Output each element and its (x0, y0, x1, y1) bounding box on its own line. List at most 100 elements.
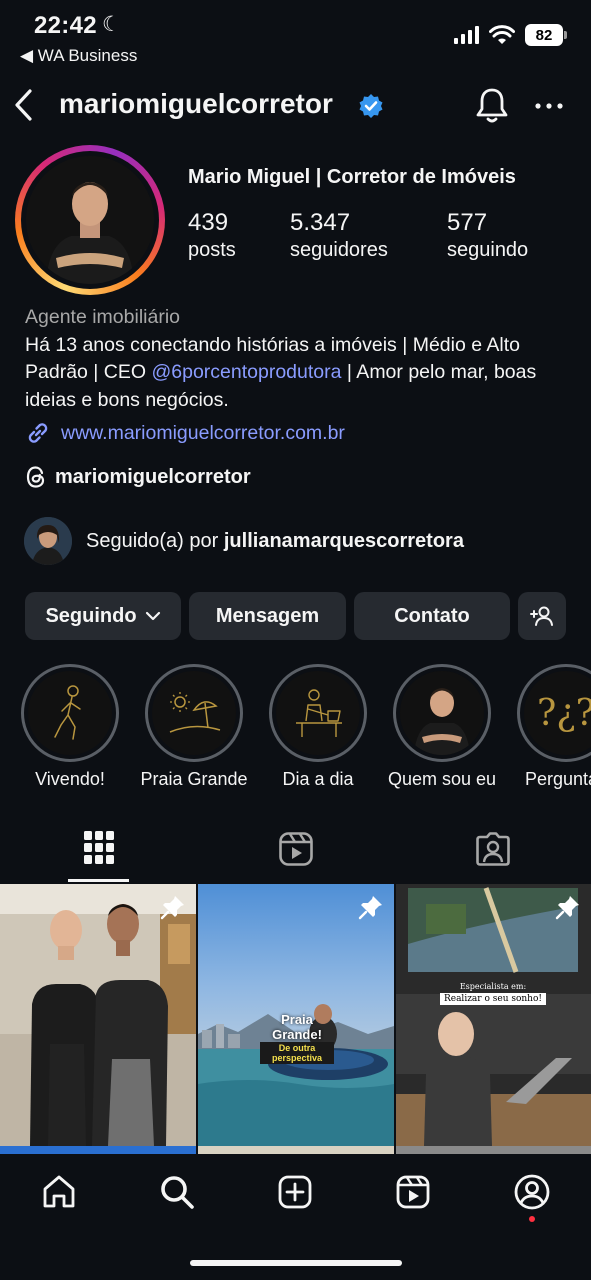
beach-umbrella-icon (169, 692, 221, 733)
post-thumbnail[interactable] (0, 884, 196, 1146)
post-thumbnail[interactable]: Especialista em: Realizar o seu sonho! (396, 884, 591, 1146)
notification-dot (529, 1216, 535, 1222)
following-label: seguindo (447, 239, 529, 261)
followers-stat[interactable]: 5.347 seguidores (290, 209, 388, 262)
bottom-navigation (0, 1154, 591, 1280)
posts-count: 439 (188, 209, 229, 236)
wifi-icon (489, 25, 515, 44)
walking-person-icon (54, 685, 81, 740)
highlight-dia-a-dia[interactable]: Dia a dia (253, 664, 383, 790)
highlight-vivendo[interactable]: Vivendo! (5, 664, 135, 790)
chevron-down-icon (145, 611, 160, 621)
pinned-post-icon (358, 896, 382, 920)
contact-button-label: Contato (394, 604, 470, 627)
highlight-label: Perguntas (524, 769, 591, 789)
status-time: 22:42 (34, 12, 97, 39)
avatar (26, 156, 154, 284)
post-overlay-top-text: Especialista em: (459, 982, 527, 991)
moon-icon: ☾ (102, 13, 121, 36)
following-button-label: Seguindo (45, 604, 137, 627)
profile-content-tabs (0, 825, 591, 883)
profile-icon (514, 1174, 550, 1210)
profile-category: Agente imobiliário (25, 306, 181, 328)
post-overlay-title-text: Praia Grande! (272, 1012, 322, 1042)
followed-by-row[interactable]: Seguido(a) por jullianamarquescorretora (24, 517, 464, 565)
link-icon (28, 423, 48, 443)
threads-handle: mariomiguelcorretor (55, 465, 251, 488)
nav-reels[interactable] (393, 1172, 433, 1212)
followers-label: seguidores (290, 239, 388, 261)
add-person-icon (530, 606, 553, 626)
threads-icon (26, 466, 45, 488)
more-options-icon[interactable] (534, 91, 564, 121)
highlight-label: Dia a dia (282, 769, 354, 789)
highlight-label: Praia Grande (140, 769, 248, 789)
create-post-icon (278, 1175, 312, 1209)
post-overlay-main-text: Realizar o seu sonho! (440, 993, 546, 1005)
posts-label: posts (188, 239, 236, 261)
mutual-follower-avatar (24, 517, 72, 565)
cellular-signal-icon (454, 26, 479, 44)
back-to-app-link[interactable]: ◀ WA Business (20, 46, 137, 66)
bio-mention-link[interactable]: @6porcentoprodutora (151, 361, 341, 383)
following-button[interactable]: Seguindo (25, 592, 181, 640)
highlight-label: Vivendo! (35, 769, 105, 789)
home-indicator[interactable] (190, 1260, 402, 1266)
reels-icon (396, 1175, 430, 1209)
tab-posts-grid[interactable] (0, 825, 197, 883)
threads-profile-link[interactable]: mariomiguelcorretor (25, 465, 251, 489)
post-thumbnail[interactable]: Praia Grande! De outra perspectiva (198, 884, 394, 1146)
followed-by-name: jullianamarquescorretora (223, 529, 464, 552)
highlight-perguntas[interactable]: ?¿? Perguntas (501, 664, 591, 790)
battery-level: 82 (535, 26, 553, 44)
post-overlay-subtitle-text: De outra perspectiva (260, 1042, 334, 1064)
tagged-person-icon (475, 832, 510, 866)
pinned-post-icon (160, 896, 184, 920)
profile-header: mariomiguelcorretor (0, 80, 591, 132)
website-url: www.mariomiguelcorretor.com.br (61, 421, 345, 444)
highlight-quem-sou-eu[interactable]: Quem sou eu (377, 664, 507, 790)
contact-button[interactable]: Contato (354, 592, 510, 640)
profile-avatar-story-ring[interactable] (15, 145, 165, 295)
next-row-preview (0, 1146, 591, 1154)
battery-icon: 82 (525, 24, 567, 46)
message-button[interactable]: Mensagem (189, 592, 346, 640)
posts-stat[interactable]: 439 posts (188, 209, 236, 262)
followers-count: 5.347 (290, 209, 351, 236)
tab-tagged[interactable] (394, 825, 591, 883)
nav-profile[interactable] (512, 1172, 552, 1212)
status-bar: 22:42 ☾ ◀ WA Business 82 (0, 0, 591, 70)
profile-action-buttons: Seguindo Mensagem Contato (25, 592, 566, 640)
nav-search[interactable] (157, 1172, 197, 1212)
highlight-label: Quem sou eu (387, 769, 497, 789)
profile-full-name: Mario Miguel | Corretor de Imóveis (188, 166, 516, 188)
question-marks-icon: ?¿? (537, 692, 591, 734)
profile-bio: Agente imobiliário Há 13 anos conectando… (25, 304, 570, 414)
grid-icon (83, 831, 114, 864)
search-icon (161, 1176, 194, 1209)
tab-reels[interactable] (197, 825, 394, 883)
active-tab-indicator (68, 879, 129, 882)
back-arrow-icon[interactable] (12, 88, 36, 122)
followed-by-prefix: Seguido(a) por (86, 529, 224, 552)
nav-create[interactable] (275, 1172, 315, 1212)
pinned-post-icon (555, 896, 579, 920)
following-count: 577 (447, 209, 488, 236)
suggest-people-button[interactable] (518, 592, 566, 640)
verified-badge-icon (359, 94, 383, 118)
profile-website-link[interactable]: www.mariomiguelcorretor.com.br (25, 420, 345, 446)
home-icon (43, 1175, 75, 1208)
bio-text: Há 13 anos conectando histórias a imóvei… (25, 332, 570, 415)
following-stat[interactable]: 577 seguindo (447, 209, 528, 262)
header-username: mariomiguelcorretor (59, 88, 333, 119)
followed-by-text: Seguido(a) por jullianamarquescorretora (86, 530, 464, 553)
message-button-label: Mensagem (215, 604, 320, 627)
story-highlights: Vivendo! Praia Grande Dia a dia Quem sou… (0, 664, 591, 794)
post-overlay-caption: Especialista em: Realizar o seu sonho! (440, 982, 546, 1005)
highlight-photo (400, 671, 484, 755)
notifications-bell-icon[interactable] (474, 86, 510, 126)
person-at-desk-icon (296, 689, 342, 737)
posts-grid: Praia Grande! De outra perspectiva Espec… (0, 884, 591, 1154)
nav-home[interactable] (39, 1172, 79, 1212)
highlight-praia-grande[interactable]: Praia Grande (129, 664, 259, 790)
